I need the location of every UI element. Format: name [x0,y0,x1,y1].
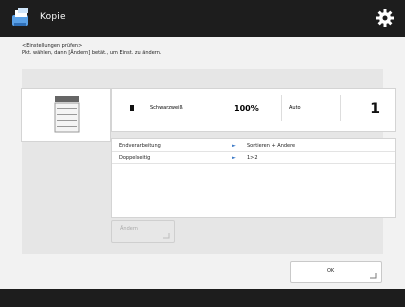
change-button[interactable]: Ändern [111,220,175,243]
ok-button-label: OK [327,268,335,274]
paper-value: Auto [289,105,301,111]
setting-value: Sortieren + Andere [247,143,296,149]
zoom-value: 100% [234,104,259,113]
list-item[interactable]: Doppelseitig ► 1>2 [112,153,395,164]
divider [340,95,341,121]
corner-mark-icon [163,233,170,239]
settings-list: Endverarbeitung ► Sortieren + Andere Dop… [111,138,396,218]
setting-label: Doppelseitig [119,155,151,161]
gear-icon[interactable] [375,8,395,28]
copier-icon [54,96,80,133]
copy-icon [12,8,28,26]
change-button-label: Ändern [120,226,138,232]
bw-icon [130,105,134,111]
title-bar: Kopie [0,0,405,37]
divider [281,95,282,121]
bottom-bar [0,289,405,307]
list-item[interactable]: Endverarbeitung ► Sortieren + Andere [112,141,395,152]
arrow-right-icon: ► [232,143,236,149]
arrow-right-icon: ► [232,155,236,161]
instructions-title: <Einstellungen prüfen> [22,43,83,49]
setting-label: Endverarbeitung [119,143,161,149]
copy-summary: Schwarzweiß 100% Auto 1 [111,88,396,132]
instructions-text: Pkt. wählen, dann [Ändern] betät., um Ei… [22,50,162,56]
instructions: <Einstellungen prüfen> Pkt. wählen, dann… [22,43,162,57]
corner-mark-icon [370,273,377,279]
color-mode-label: Schwarzweiß [150,105,183,111]
setting-value: 1>2 [247,155,258,161]
ok-button[interactable]: OK [290,261,382,283]
app-title: Kopie [40,12,66,22]
preview-thumbnail [21,88,111,142]
copies-count: 1 [370,101,380,117]
